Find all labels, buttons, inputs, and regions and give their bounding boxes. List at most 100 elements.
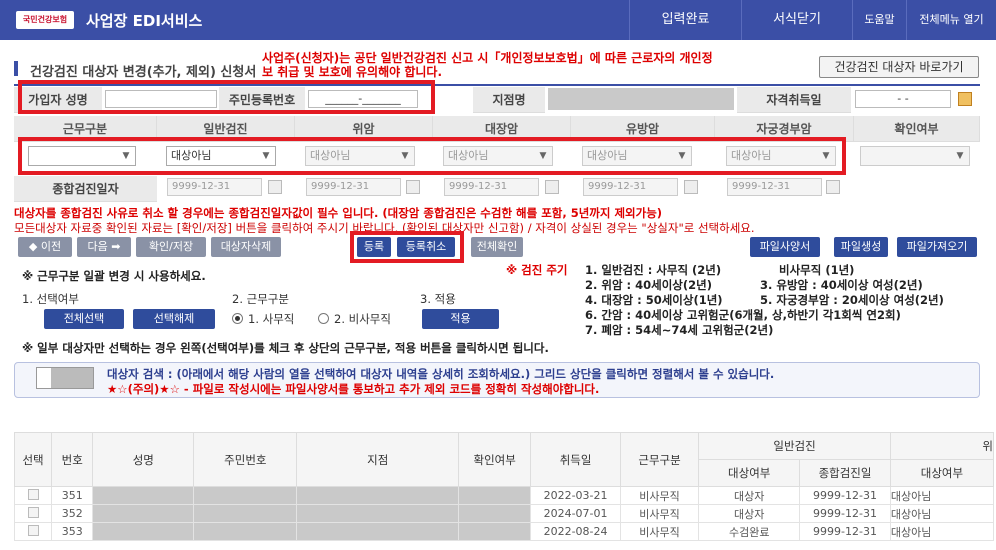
col-stomach-target[interactable]: 대상여부 [889, 459, 995, 487]
row-checkbox[interactable] [27, 506, 39, 518]
next-button[interactable]: 다음 ➡ [77, 237, 131, 257]
row-branch [296, 486, 460, 505]
apply-button[interactable]: 적용 [422, 309, 499, 329]
col-acq-date[interactable]: 취득일 [530, 432, 621, 487]
step1-label: 1. 선택여부 [22, 292, 79, 306]
row-checkbox[interactable] [27, 524, 39, 536]
row-acq-date: 2022-08-24 [530, 522, 621, 541]
row-work-type: 비사무직 [619, 504, 700, 523]
cervical-combined-date[interactable]: 9999-12-31 [727, 178, 822, 196]
delete-target-button[interactable]: 대상자삭제 [211, 237, 281, 257]
table-row[interactable]: 351 2022-03-21 비사무직 대상자 9999-12-31 대상아님 [13, 486, 995, 505]
file-generate-button[interactable]: 파일생성 [834, 237, 888, 257]
confirm-notice: 모든대상자 자료중 확인된 자료는 [확인/저장] 버튼을 클릭하여 주시기 바… [14, 221, 755, 235]
calendar-icon[interactable] [826, 180, 840, 194]
col-confirm[interactable]: 확인여부 [458, 432, 532, 487]
select-all-button[interactable]: 전체선택 [44, 309, 124, 329]
non-office-radio[interactable] [318, 313, 329, 324]
checkup-cycle-label: ※ 검진 주기 [506, 263, 568, 277]
stomach-combined-date[interactable]: 9999-12-31 [306, 178, 401, 196]
confirm-save-button[interactable]: 확인/저장 [136, 237, 206, 257]
cycle-line1b: 비사무직 (1년) [779, 263, 855, 277]
col-work-type[interactable]: 근무구분 [619, 432, 700, 487]
highlight-box [18, 80, 435, 114]
input-complete-button[interactable]: 입력완료 [629, 0, 741, 40]
search-toggle[interactable] [36, 367, 94, 389]
cycle-line1a: 1. 일반검진 : 사무직 (2년) [585, 263, 722, 277]
file-warning: ★☆(주의)★☆ - 파일로 작성시에는 파일사양서를 통보하고 추가 제외 코… [107, 382, 600, 396]
colon-combined-date[interactable]: 9999-12-31 [444, 178, 539, 196]
combined-date-label: 종합검진일자 [14, 176, 157, 202]
bulk-change-hint: ※ 근무구분 일괄 변경 시 사용하세요. [22, 269, 206, 283]
toggle-knob [37, 368, 51, 388]
row-general-date: 9999-12-31 [799, 504, 891, 523]
cycle-line3b: 5. 자궁경부암 : 20세이상 여성(2년) [760, 293, 944, 307]
col-branch[interactable]: 지점 [296, 432, 460, 487]
row-confirm [458, 522, 532, 541]
cycle-line2b: 3. 유방암 : 40세이상 여성(2년) [760, 278, 923, 292]
row-name [92, 504, 195, 523]
cycle-line2a: 2. 위암 : 40세이상(2년) [585, 278, 712, 292]
highlight-box [18, 137, 846, 175]
highlight-box [350, 231, 464, 263]
calendar-icon[interactable] [684, 180, 698, 194]
cycle-line3a: 4. 대장암 : 50세이상(1년) [585, 293, 723, 307]
row-no: 351 [51, 486, 94, 505]
office-radio[interactable] [232, 313, 243, 324]
file-import-button[interactable]: 파일가져오기 [897, 237, 977, 257]
col-general-date[interactable]: 종합검진일 [799, 459, 891, 487]
target-grid: 선택 번호 성명 주민번호 지점 확인여부 취득일 근무구분 일반검진 위 대상… [13, 432, 995, 541]
breast-combined-date[interactable]: 9999-12-31 [583, 178, 678, 196]
col-rrn[interactable]: 주민번호 [193, 432, 298, 487]
confirm-header: 확인여부 [854, 116, 980, 142]
row-general-target: 수검완료 [698, 522, 801, 541]
col-no[interactable]: 번호 [51, 432, 94, 487]
row-stomach-target: 대상아님 [889, 504, 995, 523]
row-general-date: 9999-12-31 [799, 486, 891, 505]
confirm-select[interactable]: ▼ [860, 146, 970, 166]
cycle-line4: 6. 간암 : 40세이상 고위험군(6개월, 상,하반기 각1회씩 연2회) [585, 308, 901, 322]
row-no: 352 [51, 504, 94, 523]
prev-button[interactable]: ◆ 이전 [18, 237, 72, 257]
table-row[interactable]: 353 2022-08-24 비사무직 수검완료 9999-12-31 대상아님 [13, 522, 995, 541]
acquisition-date-label: 자격취득일 [737, 87, 851, 113]
calendar-icon[interactable] [545, 180, 559, 194]
acquisition-date-input[interactable]: - - [855, 90, 951, 108]
row-checkbox[interactable] [27, 488, 39, 500]
checkup-shortcut-button[interactable]: 건강검진 대상자 바로가기 [819, 56, 979, 78]
col-general-target[interactable]: 대상여부 [698, 459, 801, 487]
row-stomach-target: 대상아님 [889, 486, 995, 505]
deselect-button[interactable]: 선택해제 [133, 309, 215, 329]
page-title: 건강검진 대상자 변경(추가, 제외) 신청서 [30, 65, 257, 80]
calendar-icon[interactable] [406, 180, 420, 194]
row-work-type: 비사무직 [619, 522, 700, 541]
file-spec-button[interactable]: 파일사양서 [750, 237, 820, 257]
table-row[interactable]: 352 2024-07-01 비사무직 대상자 9999-12-31 대상아님 [13, 504, 995, 523]
branch-label: 지점명 [473, 87, 545, 113]
row-general-target: 대상자 [698, 504, 801, 523]
general-combined-date[interactable]: 9999-12-31 [167, 178, 262, 196]
close-form-button[interactable]: 서식닫기 [741, 0, 852, 40]
row-rrn [193, 504, 298, 523]
col-select[interactable]: 선택 [13, 432, 53, 487]
row-name [92, 486, 195, 505]
row-rrn [193, 486, 298, 505]
row-confirm [458, 504, 532, 523]
title-accent-bar [14, 61, 18, 76]
col-name[interactable]: 성명 [92, 432, 195, 487]
check-all-button[interactable]: 전체확인 [471, 237, 523, 257]
office-radio-label: 1. 사무직 [248, 312, 295, 326]
radio-dot [235, 316, 240, 321]
calendar-icon[interactable] [268, 180, 282, 194]
col-stomach[interactable]: 위 [889, 432, 995, 460]
row-acq-date: 2024-07-01 [530, 504, 621, 523]
calendar-icon[interactable] [958, 92, 972, 106]
row-acq-date: 2022-03-21 [530, 486, 621, 505]
row-rrn [193, 522, 298, 541]
row-branch [296, 504, 460, 523]
chevron-down-icon: ▼ [956, 151, 964, 161]
col-general[interactable]: 일반검진 [698, 432, 891, 460]
branch-value [548, 88, 734, 110]
open-all-menu-button[interactable]: 전체메뉴 열기 [906, 0, 996, 40]
help-button[interactable]: 도움말 [852, 0, 906, 40]
